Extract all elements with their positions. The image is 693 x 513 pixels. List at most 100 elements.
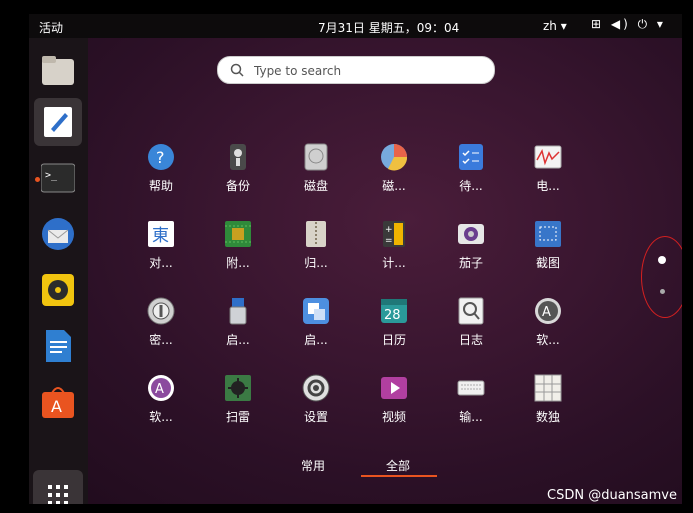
clock[interactable]: 7月31日 星期五，09：04	[318, 19, 459, 36]
svg-text:>_: >_	[45, 170, 58, 181]
search-box[interactable]	[217, 56, 495, 84]
terminal-icon: >_	[40, 161, 76, 195]
app-label: 电...	[536, 179, 560, 193]
text-editor-icon	[41, 105, 75, 139]
app-tile[interactable]: 待...	[441, 143, 501, 203]
svg-text:A: A	[542, 305, 551, 320]
app-label: 软...	[536, 333, 560, 347]
dock-writer[interactable]	[34, 322, 82, 370]
app-label: 计...	[382, 256, 406, 270]
app-tile[interactable]: 启...	[286, 297, 346, 357]
app-label: 附...	[226, 256, 250, 270]
app-label: 归...	[304, 256, 328, 270]
files-icon	[41, 53, 75, 87]
keyboard-icon	[457, 374, 485, 402]
app-tile[interactable]: 设置	[286, 374, 346, 434]
app-tile[interactable]: A 软...	[518, 297, 578, 357]
app-label: 截图	[535, 256, 560, 270]
app-tile[interactable]: 截图	[518, 220, 578, 280]
sudoku-icon	[534, 374, 562, 402]
dock-files[interactable]	[34, 46, 82, 94]
search-input[interactable]	[252, 61, 486, 81]
app-tile[interactable]: 视频	[364, 374, 424, 434]
dock: >_ A	[29, 38, 88, 504]
disk-icon	[302, 143, 330, 171]
tab-frequent[interactable]: 常用	[301, 457, 325, 474]
svg-text:A: A	[155, 382, 164, 397]
hardware-icon	[224, 220, 252, 248]
mines-icon	[224, 374, 252, 402]
app-tile[interactable]: 数独	[518, 374, 578, 434]
app-tile[interactable]: 磁...	[364, 143, 424, 203]
search-icon	[230, 62, 244, 81]
app-label: 输...	[459, 410, 483, 424]
calendar-icon: 28	[380, 297, 408, 325]
videos-icon	[380, 374, 408, 402]
app-tile[interactable]: 日志	[441, 297, 501, 357]
app-label: 设置	[303, 410, 328, 424]
svg-text:=: =	[385, 236, 393, 246]
backup-icon	[224, 143, 252, 171]
app-label: 日历	[381, 333, 406, 347]
app-label: 对...	[149, 256, 173, 270]
app-label: 数独	[535, 410, 560, 424]
app-label: 日志	[458, 333, 483, 347]
active-tab-underline	[361, 475, 437, 477]
power-stats-icon	[534, 143, 562, 171]
passwords-icon	[147, 297, 175, 325]
svg-text:+: +	[385, 225, 393, 235]
language-selector[interactable]: zh ▾	[543, 19, 567, 33]
app-tile[interactable]: 启...	[208, 297, 268, 357]
software-properties-icon: A	[147, 374, 175, 402]
app-grid-icon	[48, 485, 68, 504]
tab-all[interactable]: 全部	[386, 457, 410, 474]
app-tile[interactable]: 电...	[518, 143, 578, 203]
logs-icon	[457, 297, 485, 325]
usb-creator-icon	[224, 297, 252, 325]
watermark: CSDN @duansamve	[547, 488, 677, 503]
archive-icon	[302, 220, 330, 248]
show-applications-button[interactable]	[33, 470, 83, 504]
dock-ubuntu-software[interactable]: A	[34, 378, 82, 426]
disk-usage-icon	[380, 143, 408, 171]
app-label: 启...	[304, 333, 328, 347]
app-tile[interactable]: 28 日历	[364, 297, 424, 357]
dock-terminal[interactable]: >_	[34, 154, 82, 202]
activities-button[interactable]: 活动	[39, 19, 63, 36]
system-menu[interactable]: ⊞ ◀) ⏻ ▾	[591, 17, 666, 32]
desktop-screen: 活动 7月31日 星期五，09：04 zh ▾ ⊞ ◀) ⏻ ▾ >_ A Ty…	[29, 14, 682, 504]
app-label: 帮助	[148, 179, 173, 193]
app-tile[interactable]: 附...	[208, 220, 268, 280]
app-label: 密...	[149, 333, 173, 347]
page-dot-current[interactable]	[658, 256, 666, 264]
app-tile[interactable]: 输...	[441, 374, 501, 434]
app-tile[interactable]: 東对...	[131, 220, 191, 280]
app-label: 磁盘	[303, 179, 328, 193]
page-dot-next[interactable]	[660, 289, 665, 294]
dock-text-editor[interactable]	[34, 98, 82, 146]
calculator-icon: + =	[380, 220, 408, 248]
app-tile[interactable]: + = 计...	[364, 220, 424, 280]
app-tile[interactable]: 扫雷	[208, 374, 268, 434]
character-map-icon: 東	[147, 220, 175, 248]
dock-rhythmbox[interactable]	[34, 266, 82, 314]
settings-icon	[302, 374, 330, 402]
dock-thunderbird[interactable]	[34, 210, 82, 258]
app-tile[interactable]: ? 帮助	[131, 143, 191, 203]
app-tile[interactable]: 茄子	[441, 220, 501, 280]
screenshot-icon	[534, 220, 562, 248]
app-label: 扫雷	[225, 410, 250, 424]
ubuntu-software-icon: A	[41, 385, 75, 419]
app-tile[interactable]: 密...	[131, 297, 191, 357]
libreoffice-writer-icon	[41, 329, 75, 363]
app-tile[interactable]: 归...	[286, 220, 346, 280]
app-label: 磁...	[382, 179, 406, 193]
app-tile[interactable]: 备份	[208, 143, 268, 203]
page-indicator-highlight	[641, 236, 682, 318]
cheese-icon	[457, 220, 485, 248]
svg-text:28: 28	[384, 308, 401, 323]
top-bar: 活动 7月31日 星期五，09：04 zh ▾ ⊞ ◀) ⏻ ▾	[29, 14, 682, 38]
app-tile[interactable]: A 软...	[131, 374, 191, 434]
svg-text:A: A	[51, 397, 62, 416]
app-tile[interactable]: 磁盘	[286, 143, 346, 203]
